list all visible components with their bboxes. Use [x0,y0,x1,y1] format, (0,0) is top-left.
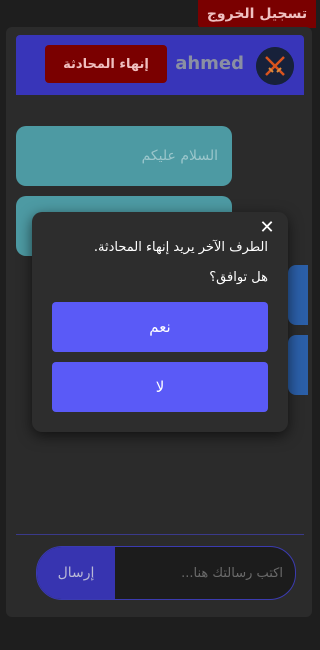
message-bubble [288,265,308,325]
message-bubble [288,335,308,395]
crossed-swords-icon [256,47,294,85]
message-composer: إرسال [36,546,296,600]
divider [16,534,304,535]
avatar [256,47,294,85]
end-chat-confirm-dialog: ✕ الطرف الآخر يريد إنهاء المحادثة. هل تو… [32,212,288,432]
end-chat-button[interactable]: إنهاء المحادثة [45,45,167,83]
message-input[interactable] [115,547,295,599]
dialog-question: هل توافق؟ [209,270,268,285]
logout-button[interactable]: تسجيل الخروج [198,0,316,28]
close-icon[interactable]: ✕ [258,217,276,238]
dialog-message: الطرف الآخر يريد إنهاء المحادثة. [93,240,268,255]
username: ahmed [175,53,244,74]
yes-button[interactable]: نعم [52,302,268,352]
chat-header: ahmed إنهاء المحادثة [16,35,304,95]
no-button[interactable]: لا [52,362,268,412]
message-bubble: السلام عليكم [16,126,232,186]
send-button[interactable]: إرسال [37,547,115,599]
